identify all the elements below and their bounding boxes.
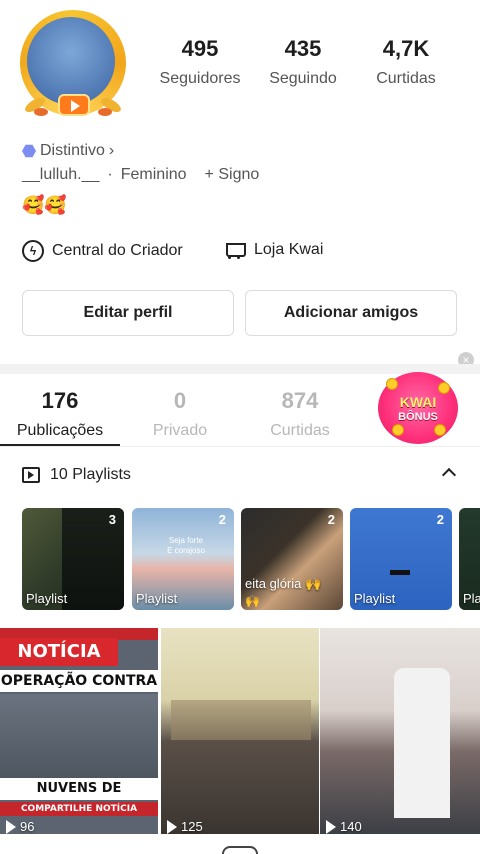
thumbnail-image (171, 700, 311, 740)
thumbnail-image (394, 668, 450, 818)
add-friends-button[interactable]: Adicionar amigos (245, 290, 457, 336)
playlist-count: 2 (218, 512, 226, 527)
thumbnail-image (0, 694, 158, 778)
playlist-count: 2 (327, 512, 335, 527)
kwai-bonus-button[interactable]: KWAI BÔNUS (378, 372, 458, 444)
following-label: Seguindo (269, 70, 337, 87)
playlist-caption: 🙌 (245, 594, 260, 608)
chevron-up-icon[interactable] (441, 467, 457, 483)
news-share-banner: COMPARTILHE NOTÍCIA (0, 802, 158, 816)
active-tab-indicator (0, 444, 120, 446)
view-count-value: 125 (181, 819, 203, 834)
tab-curtidas[interactable]: 874 Curtidas (240, 388, 360, 440)
username: __lulluh.__ (22, 166, 100, 183)
play-icon (167, 819, 177, 834)
playlist-card[interactable]: 3 Playlist (22, 508, 124, 610)
playlist-card[interactable]: 2 Playlist (350, 508, 452, 610)
leaf-decoration (34, 108, 48, 116)
following-count: 435 (284, 36, 322, 61)
play-icon (6, 819, 16, 834)
tab-label: Privado (152, 422, 208, 439)
leaf-decoration (98, 108, 112, 116)
likes-stat[interactable]: 4,7K Curtidas (351, 36, 461, 88)
playlist-card[interactable]: Pla (459, 508, 480, 610)
view-count-value: 96 (20, 819, 35, 834)
playlist-name: eita glória 🙌 (245, 576, 322, 591)
bonus-title: KWAI (399, 393, 437, 410)
playlist-name: Playlist (354, 591, 396, 606)
avatar-image (27, 17, 115, 105)
creator-center-link[interactable]: ϟ Central do Criador (22, 240, 183, 262)
lightning-icon: ϟ (22, 240, 44, 262)
playlist-name: Pla (463, 591, 480, 606)
tab-label: Publicações (16, 422, 104, 439)
news-subtitle: OPERAÇÃO CONTRA (0, 670, 158, 692)
following-stat[interactable]: 435 Seguindo (248, 36, 358, 88)
tab-count: 0 (173, 388, 187, 413)
bonus-subtitle: BÔNUS (398, 410, 438, 423)
profile-info: __lulluh.__ · Feminino + Signo (22, 166, 259, 184)
playlist-card[interactable]: 2 eita glória 🙌 🙌 (241, 508, 343, 610)
video-thumbnail[interactable]: 125 (161, 628, 319, 834)
playlist-name: Playlist (26, 591, 68, 606)
playlist-card[interactable]: 2 Seja forte E corajoso Playlist (132, 508, 234, 610)
video-thumbnail[interactable]: NOTÍCIA OPERAÇÃO CONTRA NUVENS DE GAFANH… (0, 628, 158, 834)
thumbnail-image (390, 570, 410, 575)
view-count: 96 (6, 819, 34, 834)
chevron-right-icon: › (108, 142, 115, 159)
playlists-header[interactable]: 10 Playlists (22, 466, 131, 484)
followers-count: 495 (181, 36, 219, 61)
coin-icon (434, 424, 446, 436)
playlist-count: 2 (436, 512, 444, 527)
playlists-count-label: 10 Playlists (50, 466, 131, 483)
shop-label: Loja Kwai (254, 241, 324, 258)
play-icon (326, 819, 336, 834)
avatar[interactable] (18, 8, 130, 120)
playlist-caption: Seja forte E corajoso (167, 536, 205, 555)
live-play-icon (58, 94, 90, 116)
edit-profile-button[interactable]: Editar perfil (22, 290, 234, 336)
home-indicator[interactable] (222, 846, 258, 854)
add-sign-link[interactable]: + Signo (205, 166, 260, 184)
tab-count: 176 (41, 388, 79, 413)
separator-dot: · (107, 166, 113, 183)
gender: Feminino (120, 166, 187, 183)
likes-label: Curtidas (376, 70, 436, 87)
video-thumbnail[interactable]: 140 (320, 628, 480, 834)
view-count-value: 140 (340, 819, 362, 834)
tab-publicacoes[interactable]: 176 Publicações (0, 388, 120, 440)
view-count: 125 (167, 819, 203, 834)
tab-count: 874 (281, 388, 319, 413)
creator-center-label: Central do Criador (52, 242, 183, 259)
badge-link[interactable]: Distintivo › (22, 142, 114, 160)
coin-icon (438, 382, 450, 394)
followers-stat[interactable]: 495 Seguidores (145, 36, 255, 88)
tab-separator (0, 446, 480, 447)
playlist-icon (22, 467, 40, 483)
badge-label: Distintivo (40, 142, 105, 159)
playlist-name: Playlist (136, 591, 178, 606)
tab-privado[interactable]: 0 Privado (120, 388, 240, 440)
shop-link[interactable]: Loja Kwai (222, 240, 323, 260)
followers-label: Seguidores (159, 70, 241, 87)
playlist-count: 3 (108, 512, 116, 527)
likes-count: 4,7K (382, 36, 430, 61)
view-count: 140 (326, 819, 362, 834)
badge-icon (22, 144, 36, 158)
news-headline: NUVENS DE GAFANHOTO (0, 778, 158, 818)
tab-label: Curtidas (270, 422, 330, 439)
coin-icon (386, 378, 398, 390)
news-title: NOTÍCIA (0, 638, 118, 666)
coin-icon (392, 424, 404, 436)
cart-icon (222, 240, 246, 260)
bio-emojis: 🥰🥰 (22, 195, 67, 215)
